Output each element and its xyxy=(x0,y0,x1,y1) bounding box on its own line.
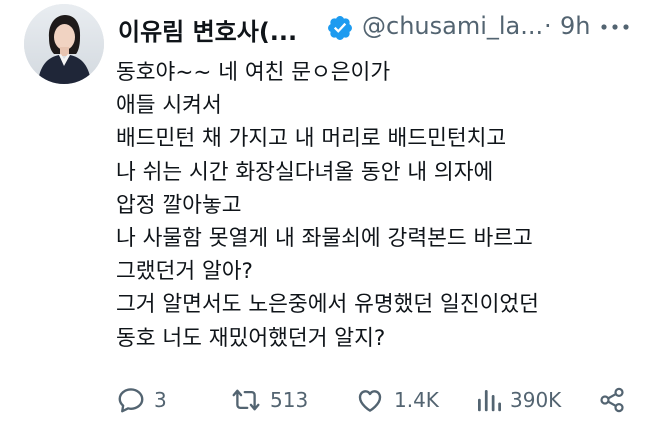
author-handle[interactable]: @chusami_la... xyxy=(362,12,543,40)
avatar[interactable] xyxy=(24,4,104,84)
author-display-name[interactable]: 이유림 변호사(... xyxy=(118,12,297,47)
tweet-text-line: 동호야~~ 네 여친 문ㅇ은이가 xyxy=(116,60,391,85)
tweet-timestamp[interactable]: 9h xyxy=(560,12,590,40)
views-count: 390K xyxy=(510,388,562,412)
reply-icon xyxy=(116,385,146,415)
tweet-text-line: 나 사물함 못열게 내 좌물쇠에 강력본드 바르고 xyxy=(116,226,533,252)
tweet-text-line: 동호 너도 재밌어했던거 알지? xyxy=(116,325,386,351)
reply-count: 3 xyxy=(154,388,167,412)
like-count: 1.4K xyxy=(394,388,439,412)
tweet-text-line: 그랬던거 알아? xyxy=(116,259,253,285)
retweet-icon xyxy=(230,385,262,415)
share-button[interactable] xyxy=(598,380,626,420)
views-button[interactable]: 390K xyxy=(474,380,561,420)
retweet-button[interactable]: 513 xyxy=(230,380,308,420)
like-button[interactable]: 1.4K xyxy=(354,380,439,420)
heart-icon xyxy=(354,385,386,415)
tweet-text-line: 압정 깔아놓고 xyxy=(116,192,242,218)
avatar-image xyxy=(24,4,104,84)
more-dots-icon[interactable] xyxy=(596,10,636,44)
tweet[interactable]: 이유림 변호사(... @chusami_la... · 9h 동호야~~ 네 … xyxy=(0,0,656,435)
tweet-text: 동호야~~ 네 여친 문ㅇ은이가 애들 시켜서 배드민턴 채 가지고 내 머리로… xyxy=(116,56,646,355)
reply-button[interactable]: 3 xyxy=(116,380,167,420)
header-separator: · xyxy=(544,12,552,40)
tweet-text-line: 애들 시켜서 xyxy=(116,93,222,119)
tweet-header: 이유림 변호사(... @chusami_la... · 9h xyxy=(118,8,638,48)
tweet-text-line: 그거 알면서도 노은중에서 유명했던 일진이었던 xyxy=(116,292,539,318)
tweet-action-bar: 3 513 1.4K 390K xyxy=(112,380,642,420)
retweet-count: 513 xyxy=(270,388,309,412)
share-icon xyxy=(598,385,626,415)
verified-badge-icon xyxy=(326,14,354,42)
tweet-text-line: 배드민턴 채 가지고 내 머리로 배드민턴치고 xyxy=(116,126,507,152)
views-chart-icon xyxy=(474,385,502,415)
tweet-text-line: 나 쉬는 시간 화장실다녀올 동안 내 의자에 xyxy=(116,159,494,185)
